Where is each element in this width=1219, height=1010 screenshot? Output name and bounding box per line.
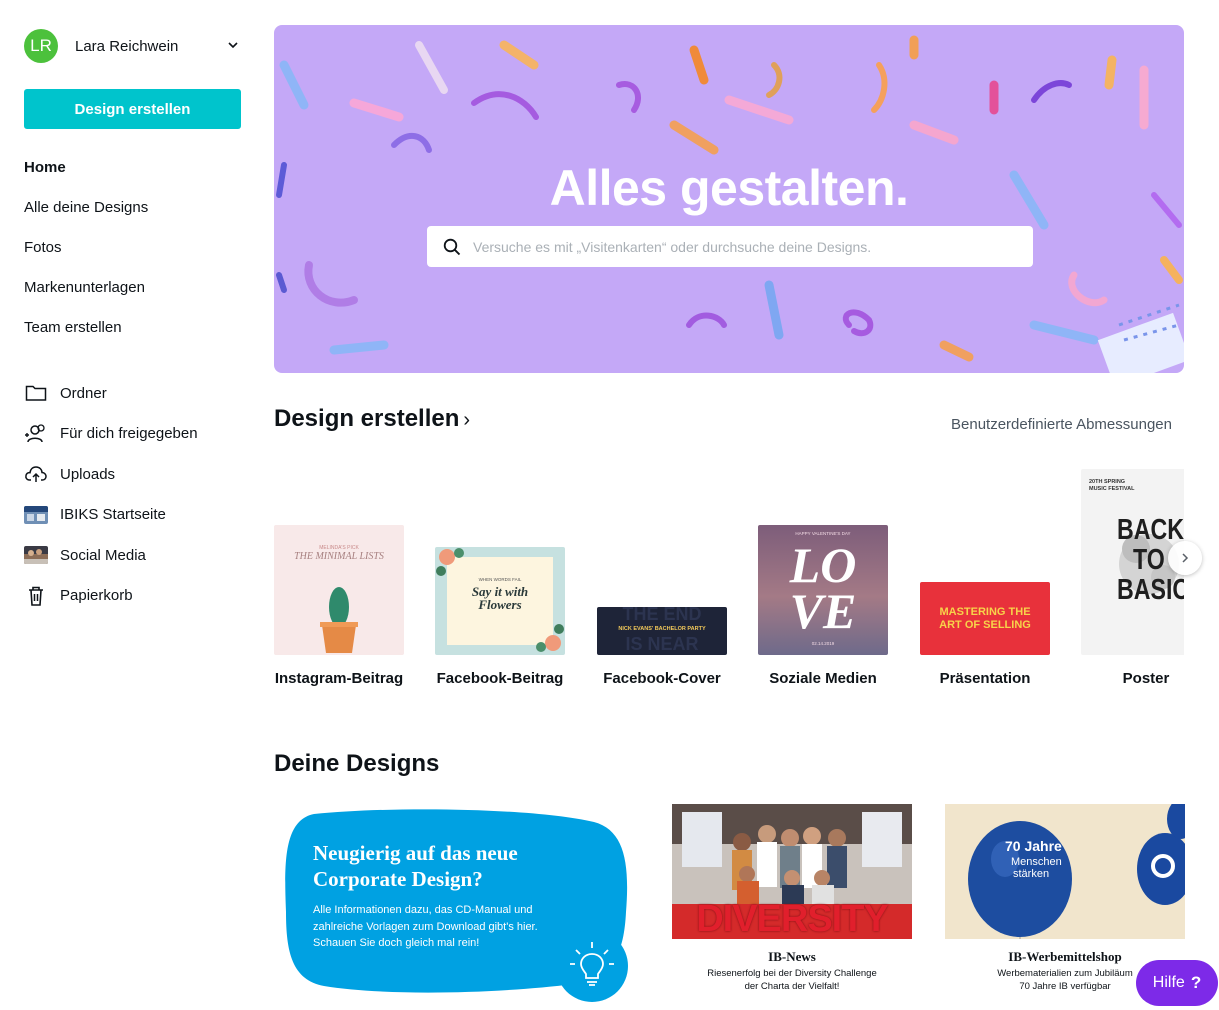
design-card-facebook-post[interactable]: WHEN WORDS FAIL Say it with Flowers Face… (435, 465, 565, 695)
shared-users-icon (24, 422, 48, 446)
create-section-title-text: Design erstellen (274, 405, 460, 432)
news-description: Riesenerfolg bei der Diversity Challenge… (672, 967, 912, 993)
nav-team-ibiks[interactable]: IBIKS Startseite (24, 495, 244, 536)
balloon-text-1: 70 Jahre (1005, 838, 1062, 854)
create-section-title[interactable]: Design erstellen › (274, 405, 470, 433)
card-thumbnail: DIVERSITY (672, 804, 912, 939)
design-card-facebook-cover[interactable]: THE END IS NEAR NICK EVANS' BACHELOR PAR… (597, 465, 727, 695)
design-card-ib-news[interactable]: DIVERSITY IB-News Riesenerfolg bei der D… (672, 804, 912, 1004)
card-label: Poster (1122, 670, 1170, 687)
balloon-text-2: Menschen (1011, 856, 1062, 868)
sidebar: LR Lara Reichwein Design erstellen Home … (0, 0, 260, 1010)
design-card-social-media[interactable]: HAPPY VALENTINE'S DAY LO VE 02.14.2019 S… (758, 465, 888, 695)
nav-trash[interactable]: Papierkorb (24, 576, 244, 617)
thumb-bg-text-1: THE END (622, 607, 702, 624)
main-nav: Home Alle deine Designs Fotos Markenunte… (24, 147, 244, 347)
nav-shared-label: Für dich freigegeben (60, 425, 198, 443)
trash-icon (24, 584, 48, 608)
search-icon (443, 238, 461, 255)
design-card-presentation[interactable]: MASTERING THE ART OF SELLING Präsentatio… (920, 465, 1050, 695)
thumb-text: HAPPY VALENTINE'S DAY (795, 531, 851, 536)
folder-icon (24, 381, 48, 405)
nav-shared[interactable]: Für dich freigegeben (24, 414, 244, 455)
card-thumbnail: MELINDA'S PICK THE MINIMAL LISTS (274, 525, 404, 655)
card-thumbnail: WHEN WORDS FAIL Say it with Flowers (435, 547, 565, 655)
carousel-next-button[interactable] (1168, 541, 1202, 575)
create-design-button[interactable]: Design erstellen (24, 89, 241, 129)
secondary-nav: Ordner Für dich freigegeben Uploads IBIK… (24, 373, 244, 616)
thumb-line-1: MASTERING THE (939, 606, 1031, 618)
your-designs-title: Deine Designs (274, 750, 440, 777)
card-label: Facebook-Cover (603, 670, 721, 687)
balloon-text-3: stärken (1013, 868, 1050, 880)
nav-uploads-label: Uploads (60, 465, 116, 483)
card-thumbnail: MASTERING THE ART OF SELLING (920, 582, 1050, 655)
chevron-down-icon (228, 42, 238, 49)
nav-brand-kit[interactable]: Markenunterlagen (24, 267, 244, 307)
card-label: Präsentation (939, 670, 1031, 687)
account-menu[interactable]: LR Lara Reichwein (24, 29, 244, 63)
design-card-corporate-design[interactable]: Neugierig auf das neue Corporate Design?… (274, 802, 634, 1002)
nav-team-social[interactable]: Social Media (24, 535, 244, 576)
bulb-badge (556, 930, 628, 1002)
help-button[interactable]: Hilfe? (1136, 960, 1218, 1006)
search-bar[interactable] (427, 226, 1033, 267)
thumb-word-1: LO (789, 537, 857, 593)
thumb-date: 02.14.2019 (811, 641, 835, 646)
balloons-photo (945, 804, 1185, 939)
card-label: Instagram-Beitrag (274, 670, 404, 687)
design-type-carousel: MELINDA'S PICK THE MINIMAL LISTS Instagr… (274, 465, 1184, 695)
news-title: IB-News (768, 949, 816, 964)
thumb-word-2: TO (1133, 544, 1165, 576)
user-name: Lara Reichwein (75, 37, 179, 55)
bubble-text: Alle Informationen dazu, das CD-Manual u… (313, 904, 538, 949)
card-label: Soziale Medien (769, 670, 877, 687)
card-label: Facebook-Beitrag (436, 670, 564, 687)
nav-create-team[interactable]: Team erstellen (24, 307, 244, 347)
nav-uploads[interactable]: Uploads (24, 454, 244, 495)
design-card-instagram[interactable]: MELINDA'S PICK THE MINIMAL LISTS Instagr… (274, 465, 404, 695)
thumb-text: WHEN WORDS FAIL (478, 577, 522, 582)
news-description-line-1: Riesenerfolg bei der Diversity Challenge (707, 968, 877, 979)
thumb-word-3: BASIC (1117, 574, 1184, 606)
chevron-right-icon: › (463, 409, 471, 431)
card-thumbnail: 70 Jahre Menschen stärken (945, 804, 1185, 939)
thumb-title-2: Flowers (478, 597, 522, 612)
nav-folders[interactable]: Ordner (24, 373, 244, 414)
card-thumbnail: HAPPY VALENTINE'S DAY LO VE 02.14.2019 (758, 525, 888, 655)
avatar: LR (24, 29, 58, 63)
team-thumbnail (24, 503, 48, 527)
thumb-word-1: BACK (1117, 514, 1184, 546)
question-mark-icon: ? (1190, 973, 1202, 992)
cloud-upload-icon (24, 462, 48, 486)
nav-folders-label: Ordner (60, 384, 107, 402)
help-label: Hilfe (1152, 974, 1185, 991)
cactus-illustration (320, 587, 358, 653)
thumb-word-2: VE (789, 583, 857, 639)
thumb-line-2: ART OF SELLING (939, 619, 1031, 631)
nav-team-social-label: Social Media (60, 546, 146, 564)
bubble-title: Neugierig auf das neue Corporate Design? (313, 841, 518, 891)
hero-banner: Alles gestalten. (274, 25, 1184, 373)
diversity-banner: DIVERSITY (696, 898, 889, 939)
nav-trash-label: Papierkorb (60, 587, 133, 605)
search-input[interactable] (473, 238, 1013, 255)
team-thumbnail (24, 543, 48, 567)
nav-home[interactable]: Home (24, 147, 244, 187)
nav-team-ibiks-label: IBIKS Startseite (60, 506, 166, 524)
custom-size-link[interactable]: Benutzerdefinierte Abmessungen (951, 416, 1172, 433)
news-description-line-2: der Charta der Vielfalt! (744, 981, 840, 992)
nav-all-designs[interactable]: Alle deine Designs (24, 187, 244, 227)
design-card-poster[interactable]: 20TH SPRING MUSIC FESTIVAL BACK TO BASIC… (1081, 465, 1184, 695)
lightbulb-icon (570, 942, 614, 986)
chevron-right-icon (1182, 553, 1189, 563)
thumb-text: NICK EVANS' BACHELOR PARTY (618, 626, 706, 632)
hero-title: Alles gestalten. (549, 160, 909, 216)
card-thumbnail: THE END IS NEAR NICK EVANS' BACHELOR PAR… (597, 607, 727, 655)
thumb-bg-text-2: IS NEAR (625, 634, 699, 654)
nav-photos[interactable]: Fotos (24, 227, 244, 267)
